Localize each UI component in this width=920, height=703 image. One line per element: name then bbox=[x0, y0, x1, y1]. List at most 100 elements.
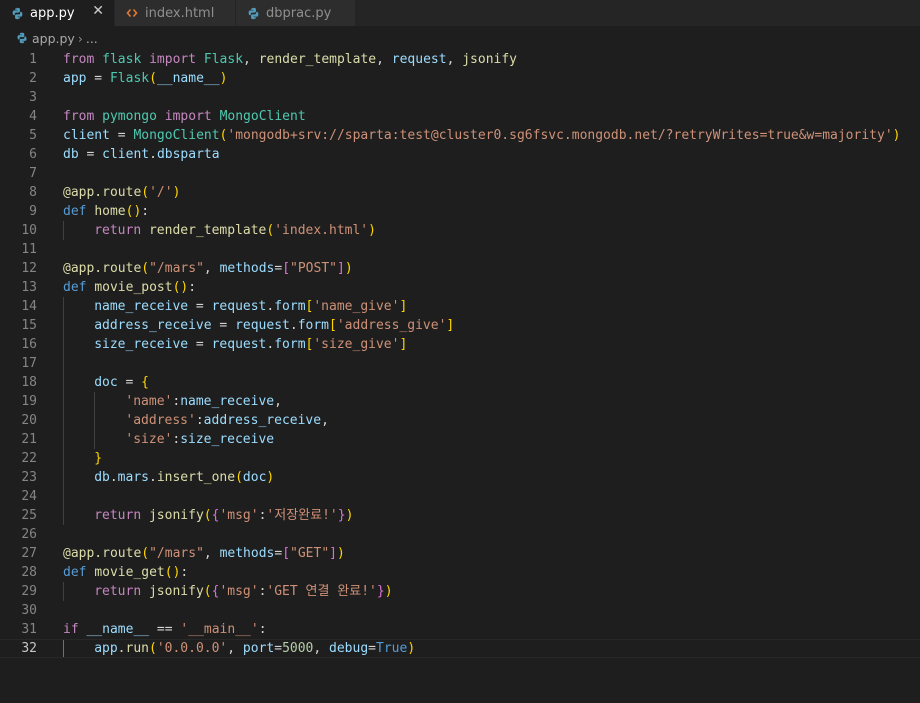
code-token: ) bbox=[344, 261, 353, 276]
code-token: , bbox=[274, 394, 282, 409]
code-line[interactable]: 6 db = client.dbsparta bbox=[0, 145, 920, 164]
code-token: methods bbox=[219, 546, 275, 561]
close-icon[interactable]: ✕ bbox=[92, 3, 104, 19]
code-line[interactable]: 2 app = Flask(__name__) bbox=[0, 69, 920, 88]
line-code: return render_template('index.html') bbox=[94, 221, 376, 240]
code-line[interactable]: 3 bbox=[0, 88, 920, 107]
code-token: 'address_give' bbox=[336, 318, 447, 333]
chevron-right-icon: › bbox=[77, 30, 83, 46]
tab-dbprac-py[interactable]: dbprac.py bbox=[236, 0, 356, 26]
code-token: = bbox=[117, 375, 142, 390]
code-token: doc bbox=[242, 470, 267, 485]
code-line[interactable]: 23 db.mars.insert_one(doc) bbox=[0, 468, 920, 487]
line-number: 12 bbox=[21, 261, 37, 276]
code-token: . bbox=[109, 470, 118, 485]
code-token: , bbox=[227, 641, 243, 656]
indent-guide bbox=[63, 411, 64, 430]
code-token: , bbox=[313, 641, 330, 656]
line-code: return jsonify({'msg':'저장완료!'}) bbox=[94, 506, 353, 525]
code-token: 'index.html' bbox=[274, 223, 369, 238]
code-line[interactable]: 25 return jsonify({'msg':'저장완료!'}) bbox=[0, 506, 920, 525]
code-token: if bbox=[63, 622, 79, 637]
line-number: 29 bbox=[21, 584, 37, 599]
code-token: client bbox=[102, 147, 150, 162]
tab-app-py[interactable]: app.py ✕ bbox=[0, 0, 115, 26]
code-line[interactable]: 17 bbox=[0, 354, 920, 373]
code-token: "/mars" bbox=[149, 261, 204, 276]
tab-label: dbprac.py bbox=[266, 5, 332, 21]
code-line[interactable]: 8 @app.route('/') bbox=[0, 183, 920, 202]
code-token: ) bbox=[219, 71, 228, 86]
code-token: ) bbox=[384, 584, 393, 599]
code-token: request bbox=[211, 299, 267, 314]
code-line[interactable]: 30 bbox=[0, 601, 920, 620]
code-line[interactable]: 11 bbox=[0, 240, 920, 259]
code-line[interactable]: 22} bbox=[0, 449, 920, 468]
indent-guide bbox=[63, 221, 64, 240]
indent-guide bbox=[94, 411, 96, 430]
line-number: 16 bbox=[21, 337, 37, 352]
line-number: 27 bbox=[21, 546, 37, 561]
code-token: return bbox=[94, 508, 142, 523]
line-number: 3 bbox=[29, 90, 37, 105]
code-token: ( bbox=[149, 71, 157, 86]
code-line[interactable]: 16 size_receive = request.form['size_give… bbox=[0, 335, 920, 354]
line-number: 6 bbox=[29, 147, 37, 162]
code-token: . bbox=[289, 318, 298, 333]
code-line[interactable]: 27 @app.route("/mars", methods=["GET"]) bbox=[0, 544, 920, 563]
code-line[interactable]: 28 def movie_get(): bbox=[0, 563, 920, 582]
code-token: } bbox=[376, 584, 385, 599]
code-token: , bbox=[243, 52, 259, 67]
code-line[interactable]: 14 name_receive = request.form['name_give… bbox=[0, 297, 920, 316]
indent-guide bbox=[63, 316, 64, 335]
code-line[interactable]: 13 def movie_post(): bbox=[0, 278, 920, 297]
code-token: pymongo bbox=[102, 109, 157, 124]
code-line[interactable]: 5 client = MongoClient('mongodb+srv://spa… bbox=[0, 126, 920, 145]
code-line[interactable]: 12 @app.route("/mars", methods=["POST"]) bbox=[0, 259, 920, 278]
line-number: 21 bbox=[21, 432, 37, 447]
code-line[interactable]: 31 if __name__ == '__main__': bbox=[0, 620, 920, 639]
code-line[interactable]: 26 bbox=[0, 525, 920, 544]
code-token: = bbox=[274, 641, 283, 656]
indent-guide bbox=[94, 430, 96, 449]
code-line[interactable]: 15 address_receive = request.form['addres… bbox=[0, 316, 920, 335]
code-token: '저장완료!' bbox=[266, 508, 338, 523]
code-line[interactable]: 20 'address':address_receive, bbox=[0, 411, 920, 430]
code-token: True bbox=[376, 641, 408, 656]
code-token: return bbox=[94, 223, 142, 238]
code-line[interactable]: 4 from pymongo import MongoClient bbox=[0, 107, 920, 126]
code-token: 'msg' bbox=[219, 508, 259, 523]
code-line[interactable]: 10 return render_template('index.html') bbox=[0, 221, 920, 240]
code-token: = bbox=[109, 128, 134, 143]
tab-index-html[interactable]: index.html bbox=[115, 0, 236, 26]
code-token: 'address' bbox=[125, 413, 196, 428]
code-line[interactable]: 24 bbox=[0, 487, 920, 506]
code-line[interactable]: 32 app.run('0.0.0.0', port=5000, debug=Tr… bbox=[0, 639, 920, 658]
code-token: () bbox=[164, 565, 181, 580]
line-number: 20 bbox=[21, 413, 37, 428]
code-token: : bbox=[188, 280, 197, 295]
code-line[interactable]: 9 def home(): bbox=[0, 202, 920, 221]
code-line[interactable]: 7 bbox=[0, 164, 920, 183]
code-line[interactable]: 29 return jsonify({'msg':'GET 연결 완료!'}) bbox=[0, 582, 920, 601]
code-line[interactable]: 18 doc = { bbox=[0, 373, 920, 392]
breadcrumb-symbols[interactable]: ... bbox=[86, 31, 98, 46]
breadcrumb-file[interactable]: app.py bbox=[32, 31, 75, 46]
code-token: request bbox=[235, 318, 290, 333]
code-line[interactable]: 19 'name':name_receive, bbox=[0, 392, 920, 411]
code-token: MongoClient bbox=[219, 109, 306, 124]
line-number: 18 bbox=[21, 375, 37, 390]
code-token: ( bbox=[141, 546, 150, 561]
code-token: import bbox=[149, 52, 197, 67]
code-line[interactable]: 21 'size':size_receive bbox=[0, 430, 920, 449]
line-number: 15 bbox=[21, 318, 37, 333]
code-token: ( bbox=[148, 641, 157, 656]
code-line[interactable]: 1 from flask import Flask, render_templat… bbox=[0, 50, 920, 69]
code-token: movie_get bbox=[94, 565, 165, 580]
code-token: Flask bbox=[203, 52, 244, 67]
code-token: return bbox=[94, 584, 142, 599]
line-code: @app.route("/mars", methods=["GET"]) bbox=[63, 544, 345, 563]
code-token: = bbox=[86, 71, 110, 86]
code-editor[interactable]: 1 from flask import Flask, render_templat… bbox=[0, 50, 920, 658]
